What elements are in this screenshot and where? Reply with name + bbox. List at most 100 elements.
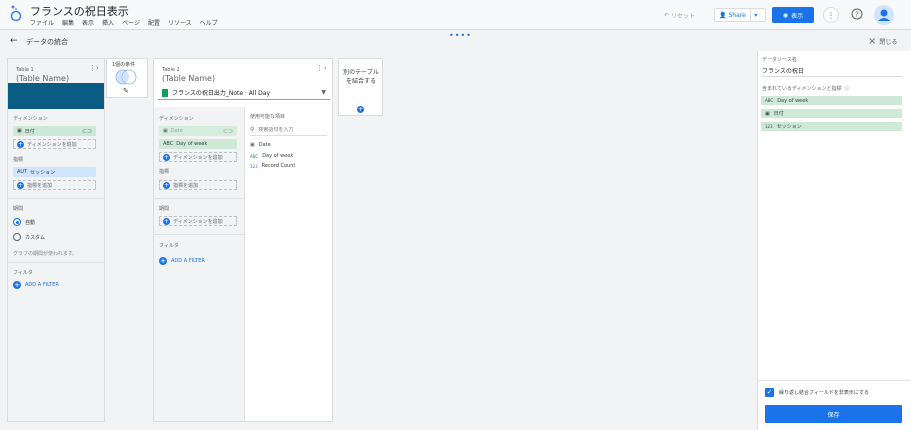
number-type-icon: 123 (765, 124, 773, 129)
abc-type-icon: ABC (250, 153, 259, 159)
help-icon[interactable]: ? (851, 8, 863, 20)
checkbox-checked-icon[interactable]: ✓ (765, 388, 774, 397)
available-fields-label: 使用可能な項目 (250, 114, 286, 120)
menu-view[interactable]: 表示 (82, 18, 94, 27)
menu-edit[interactable]: 編集 (62, 18, 74, 27)
add-table-icon: + (357, 106, 364, 113)
table2-header: Table 2 (Table Name) (162, 67, 215, 83)
hide-repeated-fields-checkbox-row[interactable]: ✓ 繰り返し結合フィールドを非表示にする (765, 388, 869, 397)
table1-dimension-chip[interactable]: ▣ 日付 ⊂⊃ (13, 126, 96, 136)
menu-file[interactable]: ファイル (30, 18, 54, 27)
share-button-group: 👤 Share ▾ (714, 8, 766, 22)
menu-page[interactable]: ページ (122, 18, 140, 27)
table1-collapse-icon[interactable]: › (96, 64, 99, 72)
back-arrow-icon[interactable]: ← (10, 36, 18, 46)
table2-add-period-dimension[interactable]: + ディメンションを追加 (159, 216, 237, 226)
table1-add-metric[interactable]: + 指標を追加 (13, 180, 96, 190)
abc-type-icon: ABC (765, 98, 774, 103)
calendar-icon: ▣ (765, 110, 770, 117)
table1-more-icon[interactable]: ⋮ (89, 64, 96, 72)
join-condition-card[interactable]: 1個の条件 ✎ (106, 58, 148, 98)
share-dropdown-icon[interactable]: ▾ (751, 12, 761, 19)
share-button[interactable]: 👤 Share (715, 9, 751, 21)
dropdown-arrow-icon: ▼ (321, 89, 326, 96)
menu-resource[interactable]: リソース (168, 18, 192, 27)
table2-add-dimension[interactable]: + ディメンションを追加 (159, 152, 237, 162)
add-icon: + (163, 217, 170, 225)
aut-metric-icon: AUT (17, 169, 28, 175)
left-join-icon (115, 69, 137, 85)
table1-add-filter-button[interactable]: + ADD A FILTER (13, 281, 59, 289)
table1-label: Table 1 (16, 67, 34, 73)
table2-more-icon[interactable]: ⋮ (316, 64, 323, 72)
top-bar: フランスの祝日表示 ファイル 編集 表示 挿入 ページ 配置 リソース ヘルプ … (0, 0, 911, 30)
menu-insert[interactable]: 挿入 (102, 18, 114, 27)
table2-add-filter-button[interactable]: + ADD A FILTER (159, 257, 205, 265)
table2-dimension-chip-date[interactable]: ▣ Date ⊂⊃ (159, 126, 237, 136)
included-field-date[interactable]: ▣ 日付 (761, 109, 902, 118)
view-button[interactable]: ◉ 表示 (772, 7, 814, 23)
table2-dimensions-label: ディメンション (159, 116, 194, 122)
table1-dimensions-label: ディメンション (13, 116, 48, 122)
add-table-card[interactable]: 別のテーブルを結合する + (338, 58, 383, 116)
add-icon: + (17, 181, 24, 189)
field-search-box[interactable]: ⚲ (250, 124, 327, 136)
included-field-day-of-week[interactable]: ABC Day of week (761, 96, 902, 105)
table2-label: Table 2 (162, 67, 180, 73)
period-auto-radio[interactable]: 自動 (13, 218, 35, 226)
table1-metric-chip[interactable]: AUT セッション (13, 167, 96, 177)
document-title[interactable]: フランスの祝日表示 (30, 3, 129, 19)
included-fields-label-row: 含まれているディメンションと指標 ⓘ (762, 85, 850, 92)
drag-handle-icon[interactable]: •••• (449, 31, 472, 40)
help-icon[interactable]: ⓘ (845, 85, 850, 92)
menu-arrange[interactable]: 配置 (148, 18, 160, 27)
table2-filter-label: フィルタ (159, 243, 179, 249)
menu-bar: ファイル 編集 表示 挿入 ページ 配置 リソース ヘルプ (30, 18, 218, 27)
field-record-count[interactable]: 123 Record Count (250, 163, 295, 169)
blend-title: データの統合 (26, 38, 68, 46)
table1-name[interactable]: (Table Name) (16, 74, 69, 83)
included-field-sessions[interactable]: 123 セッション (761, 122, 902, 131)
field-date[interactable]: ▣ Date (250, 142, 271, 148)
radio-selected-icon (13, 218, 21, 226)
period-custom-radio[interactable]: カスタム (13, 233, 45, 241)
number-type-icon: 123 (250, 163, 258, 169)
table1-data-source-preview[interactable] (8, 83, 104, 109)
table2-collapse-icon[interactable]: ‹ (324, 64, 327, 72)
table1-add-dimension[interactable]: + ディメンションを追加 (13, 139, 96, 149)
eye-icon: ◉ (782, 11, 789, 19)
table2-metrics-label: 指標 (159, 169, 170, 175)
divider (154, 198, 244, 199)
add-icon: + (13, 281, 21, 289)
datasource-name-input[interactable]: フランスの祝日 (762, 66, 902, 77)
table2-name[interactable]: (Table Name) (162, 74, 215, 83)
save-button[interactable]: 保存 (765, 405, 902, 423)
table2-datasource-select[interactable]: フランスの祝日出力_Note · All Day ▼ (158, 86, 330, 100)
link-icon: ⊂⊃ (81, 127, 92, 135)
right-panel (757, 51, 911, 430)
reset-button[interactable]: ↶ リセット (664, 8, 708, 22)
search-icon: ⚲ (250, 126, 255, 133)
field-day-of-week[interactable]: ABC Day of week (250, 153, 293, 159)
add-table-label: 別のテーブルを結合する (343, 69, 379, 85)
calendar-icon: ▣ (250, 142, 255, 148)
table2-add-metric[interactable]: + 指標を追加 (159, 180, 237, 190)
table2-dimension-chip-day-of-week[interactable]: ABC Day of week (159, 139, 237, 149)
table1-period-label: 期間 (13, 206, 24, 212)
add-icon: + (159, 257, 167, 265)
divider (8, 262, 104, 263)
menu-help[interactable]: ヘルプ (200, 18, 218, 27)
period-note: グラフの期間が使われます。 (13, 251, 78, 257)
add-icon: + (17, 140, 24, 148)
calendar-icon: ▣ (17, 128, 22, 134)
divider (758, 380, 911, 381)
datasource-name-label: データソース名 (762, 57, 797, 63)
close-button[interactable]: × 閉じる (868, 37, 897, 47)
included-fields-label: 含まれているディメンションと指標 (762, 86, 842, 92)
field-search-input[interactable] (258, 126, 323, 133)
more-options-icon[interactable]: ⋮ (823, 7, 839, 23)
calendar-icon: ▣ (163, 128, 168, 134)
edit-pencil-icon[interactable]: ✎ (123, 87, 129, 95)
table1-filter-label: フィルタ (13, 270, 33, 276)
account-avatar-icon[interactable] (874, 5, 894, 25)
